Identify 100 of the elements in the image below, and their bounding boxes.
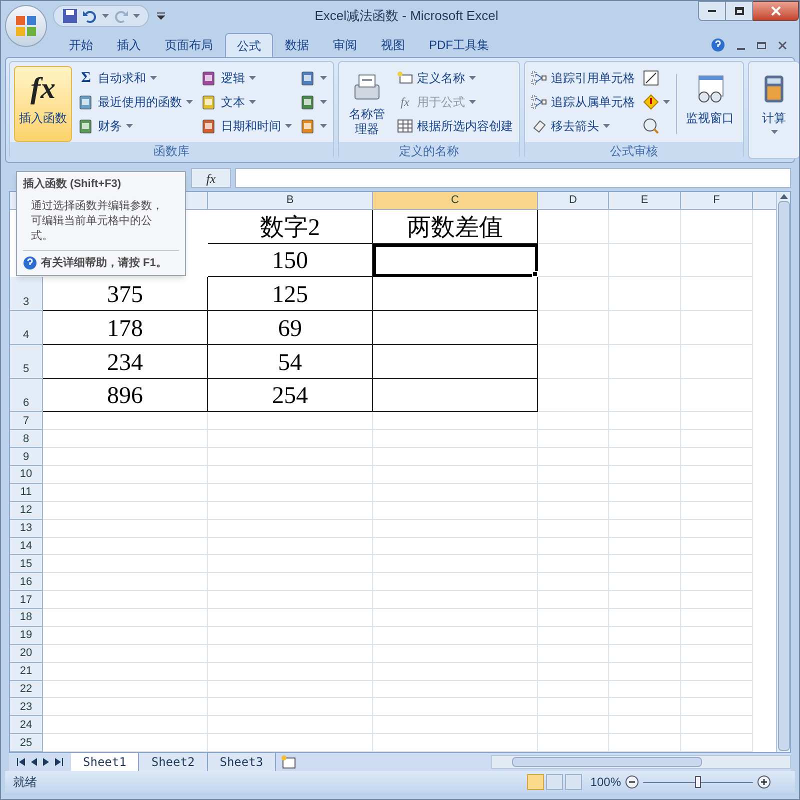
ribbon-tab[interactable]: 页面布局 <box>153 33 225 57</box>
ribbon-tab[interactable]: 公式 <box>225 33 273 57</box>
row-header[interactable]: 3 <box>10 277 43 312</box>
restore-icon[interactable] <box>757 42 766 48</box>
empty-cell <box>609 734 681 752</box>
caret-icon <box>102 14 109 18</box>
row-header[interactable]: 21 <box>10 662 43 681</box>
scrollbar-thumb[interactable] <box>778 201 790 751</box>
ribbon-tab[interactable]: 数据 <box>273 33 321 57</box>
prev-sheet-icon[interactable] <box>31 758 37 766</box>
column-header[interactable]: E <box>609 192 681 209</box>
ribbon-group-label: 定义的名称 <box>399 143 459 160</box>
row-header[interactable]: 14 <box>10 538 43 556</box>
empty-cell <box>681 609 753 627</box>
ribbon-tab[interactable]: PDF工具集 <box>417 33 501 57</box>
insert-function-button[interactable]: fx <box>191 168 231 188</box>
sheet-tab[interactable]: Sheet2 <box>139 753 208 771</box>
slider-thumb[interactable] <box>695 776 701 788</box>
row-header[interactable]: 9 <box>10 448 43 466</box>
row-header[interactable]: 19 <box>10 626 43 645</box>
empty-cell <box>681 378 753 412</box>
status-text: 就绪 <box>13 774 37 791</box>
sigma-icon: Σ <box>78 70 94 86</box>
ribbon-button[interactable]: Σ 自动求和 <box>76 66 195 90</box>
empty-cell <box>681 626 753 645</box>
tooltip-help-text: 有关详细帮助，请按 F1。 <box>41 256 167 270</box>
column-header[interactable]: F <box>681 192 753 209</box>
ribbon-button[interactable]: 文本 <box>199 90 294 114</box>
table-cell: 54 <box>208 344 373 379</box>
empty-cell <box>609 716 681 734</box>
ribbon-button[interactable]: 移去箭头 <box>529 114 637 138</box>
row-header[interactable]: 12 <box>10 502 43 520</box>
horizontal-scrollbar[interactable] <box>491 755 791 769</box>
row-header[interactable]: 8 <box>10 430 43 448</box>
scrollbar-thumb[interactable] <box>512 757 702 767</box>
new-sheet-icon[interactable] <box>280 755 298 769</box>
close-button[interactable] <box>753 1 799 21</box>
column-header[interactable]: D <box>538 192 609 209</box>
row-header[interactable]: 4 <box>10 311 43 345</box>
zoom-in-icon[interactable] <box>757 775 771 789</box>
empty-cell <box>681 644 753 663</box>
undo-icon[interactable] <box>82 8 98 24</box>
ribbon-button[interactable]: 财务 <box>76 114 195 138</box>
office-button[interactable] <box>5 5 47 47</box>
ribbon-large-button[interactable]: 计算 <box>753 66 795 142</box>
sheet-tab[interactable]: Sheet1 <box>71 753 140 771</box>
save-icon[interactable] <box>62 8 78 24</box>
row-header[interactable]: 18 <box>10 609 43 627</box>
close-icon[interactable] <box>778 40 787 50</box>
ribbon-tab[interactable]: 审阅 <box>321 33 369 57</box>
trace-arrows-icon <box>531 95 547 109</box>
zoom-level[interactable]: 100% <box>590 773 621 791</box>
help-icon[interactable] <box>711 38 725 52</box>
row-header[interactable]: 24 <box>10 716 43 734</box>
ribbon-tab[interactable]: 开始 <box>57 33 105 57</box>
ribbon-button[interactable]: 定义名称 <box>395 66 515 90</box>
ribbon-large-button[interactable]: 监视窗口 <box>681 66 739 142</box>
zoom-out-icon[interactable] <box>625 775 639 789</box>
scroll-up-icon[interactable] <box>780 194 788 199</box>
row-header[interactable]: 6 <box>10 378 43 412</box>
column-header[interactable]: C <box>373 192 538 209</box>
formula-input[interactable] <box>235 168 791 188</box>
row-header[interactable]: 11 <box>10 484 43 502</box>
ribbon-button[interactable]: 根据所选内容创建 <box>395 114 515 138</box>
empty-cell <box>538 591 609 610</box>
ribbon-button[interactable]: 追踪引用单元格 <box>529 66 637 90</box>
row-header[interactable]: 20 <box>10 644 43 663</box>
row-header[interactable]: 25 <box>10 734 43 752</box>
row-header[interactable]: 17 <box>10 591 43 610</box>
sheet-tab[interactable]: Sheet3 <box>208 753 276 771</box>
book-icon <box>78 94 94 110</box>
row-header[interactable]: 15 <box>10 555 43 574</box>
row-header[interactable]: 5 <box>10 344 43 379</box>
ribbon-button[interactable]: 最近使用的函数 <box>76 90 195 114</box>
empty-cell <box>609 311 681 345</box>
ribbon-button[interactable]: 追踪从属单元格 <box>529 90 637 114</box>
ribbon-button[interactable]: 日期和时间 <box>199 114 294 138</box>
row-header[interactable]: 13 <box>10 520 43 538</box>
zoom-slider[interactable] <box>643 775 753 789</box>
office-logo-icon <box>15 15 37 37</box>
ribbon-large-button[interactable]: 名称管理器 <box>343 66 391 142</box>
first-sheet-icon[interactable] <box>17 758 25 766</box>
row-header[interactable]: 7 <box>10 412 43 430</box>
ribbon-tab[interactable]: 插入 <box>105 33 153 57</box>
book-icon <box>201 118 217 134</box>
ribbon-tab[interactable]: 视图 <box>369 33 417 57</box>
minimize-button[interactable] <box>698 1 726 21</box>
next-sheet-icon[interactable] <box>43 758 49 766</box>
customize-toolbar-icon[interactable] <box>157 12 165 20</box>
row-header[interactable]: 23 <box>10 698 43 716</box>
empty-cell <box>681 430 753 448</box>
empty-cell <box>681 448 753 466</box>
ribbon-large-button[interactable]: fx 插入函数 <box>14 66 72 142</box>
ribbon-button[interactable]: 逻辑 <box>199 66 294 90</box>
empty-cell <box>538 277 609 312</box>
row-header[interactable]: 22 <box>10 680 43 698</box>
row-header[interactable]: 16 <box>10 573 43 592</box>
row-header[interactable]: 10 <box>10 466 43 484</box>
restore-button[interactable] <box>726 1 753 21</box>
last-sheet-icon[interactable] <box>55 758 63 766</box>
